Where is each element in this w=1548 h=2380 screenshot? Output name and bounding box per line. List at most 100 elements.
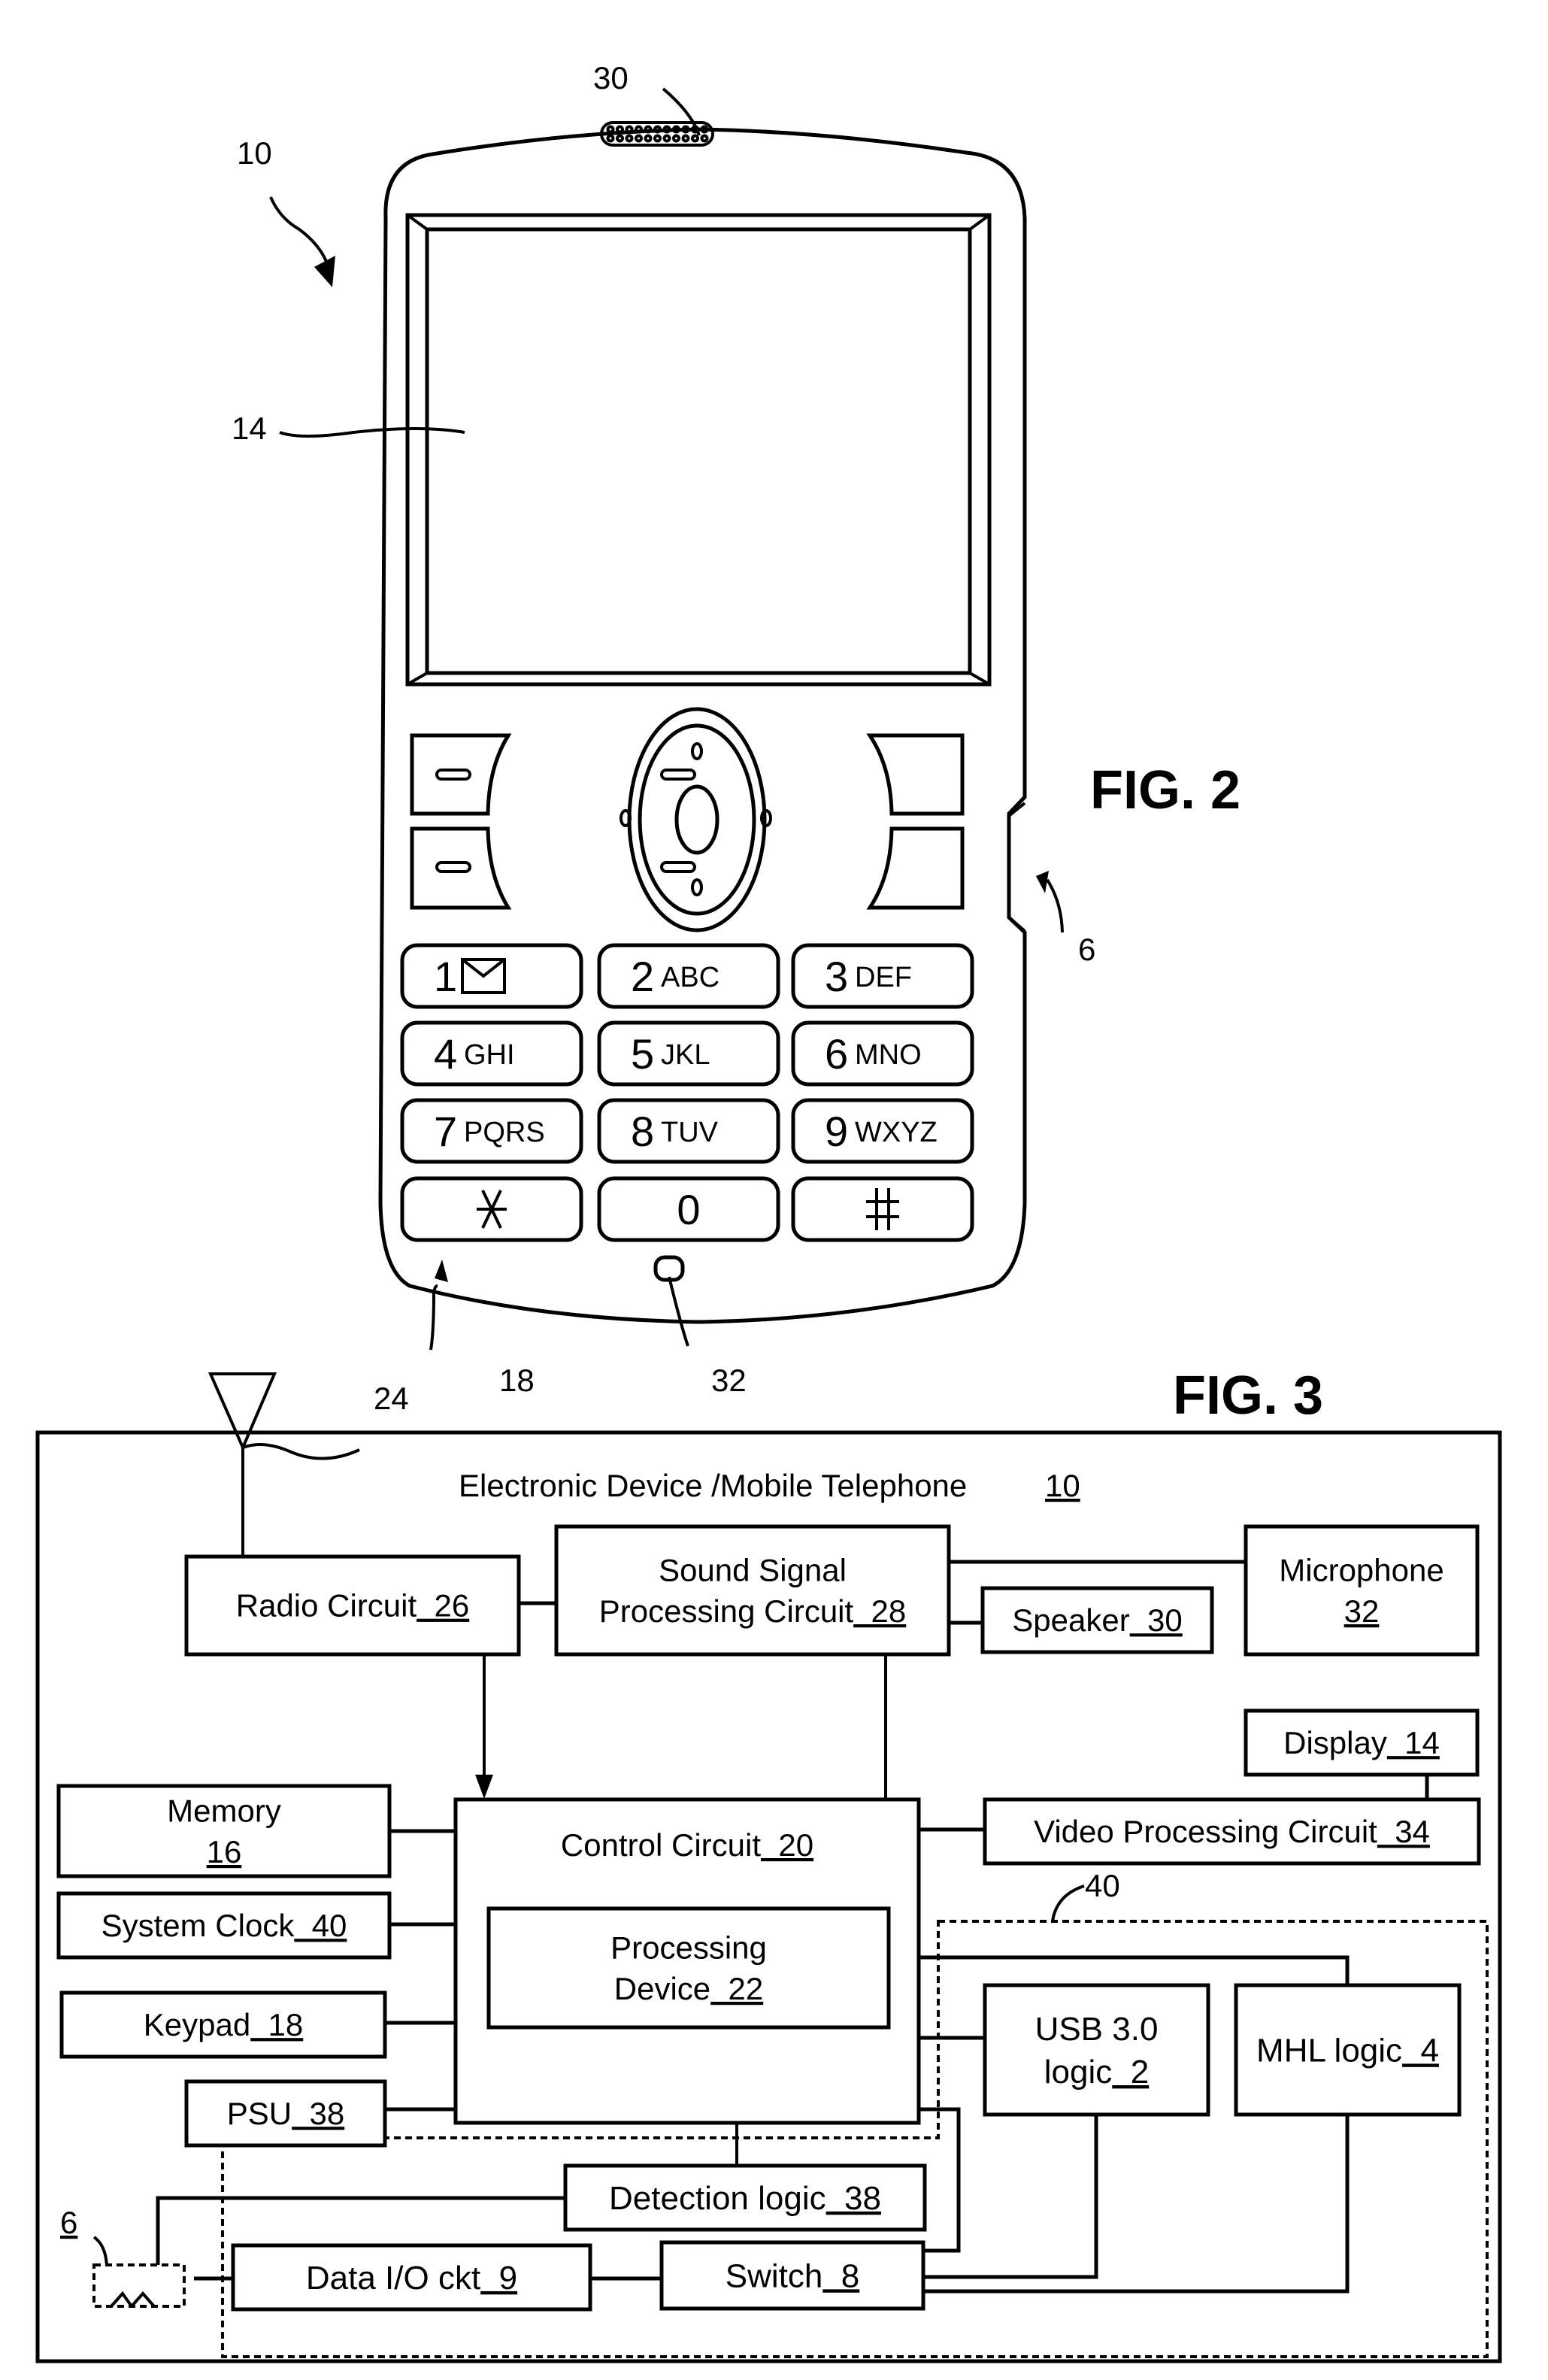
block-label: Data I/O ckt 9	[306, 2260, 517, 2297]
leader-arrow-6	[1036, 871, 1049, 893]
key-8[interactable]: 8 TUV	[597, 1098, 780, 1164]
block-outline	[486, 1906, 891, 2030]
fig3-block-diagram: FIG. 3 24 Electronic Device /Mobile Tele…	[35, 1366, 1502, 2363]
leader-arrow-18	[435, 1260, 448, 1282]
key-9[interactable]: 9 WXYZ	[791, 1098, 974, 1164]
key-7[interactable]: 7 PQRS	[400, 1098, 583, 1164]
block-label: Video Processing Circuit 34	[1034, 1814, 1430, 1849]
key-digit: 3	[825, 953, 848, 1000]
block-processing: Processing Device 22	[486, 1906, 891, 2030]
arrow-radio-to-control	[475, 1775, 493, 1799]
block-ref: 2	[1112, 2054, 1149, 2090]
block-ref: 14	[1387, 1725, 1440, 1760]
connector-port: 6	[60, 2205, 186, 2308]
key-6[interactable]: 6 MNO	[791, 1020, 974, 1087]
key-digit: 8	[631, 1108, 654, 1155]
nav-select-button[interactable]	[674, 784, 719, 855]
soft-keys	[410, 733, 965, 910]
block-label: Microphone	[1279, 1552, 1443, 1587]
key-digit: 4	[434, 1030, 457, 1078]
side-connector	[1007, 802, 1026, 932]
display-screen	[405, 213, 992, 687]
block-label: logic 2	[1044, 2054, 1149, 2090]
key-digit: 5	[631, 1030, 654, 1078]
leader-keypad-18	[429, 1284, 438, 1351]
key-letters: TUV	[661, 1117, 719, 1148]
block-video: Video Processing Circuit 34	[983, 1797, 1481, 1866]
key-cap[interactable]	[400, 943, 583, 1009]
key-letters: WXYZ	[855, 1117, 938, 1148]
block-ref: 38	[292, 2096, 344, 2131]
soft-key-bottom-right[interactable]	[866, 826, 965, 910]
soft-key-top-left[interactable]	[410, 733, 512, 816]
leader-connector-6	[1046, 878, 1064, 933]
soft-key-top-right[interactable]	[866, 733, 965, 816]
nav-down-indicator[interactable]	[691, 878, 703, 896]
key-digit: 0	[677, 1186, 700, 1233]
block-label: Display 14	[1283, 1725, 1440, 1760]
block-switch: Switch 8	[659, 2240, 925, 2311]
block-ref: 32	[1344, 1593, 1380, 1629]
block-sound: Sound Signal Processing Circuit 28	[554, 1524, 951, 1657]
ref-display-14: 14	[232, 411, 267, 446]
key-0[interactable]: 0	[597, 1176, 780, 1242]
patent-drawing: 1 2 ABC 3 DEF4 GHI 5 JKL 6 MNO7 PQRS 8 TUV 9 WXYZ0 10 …	[35, 60, 1502, 2363]
block-ref: 40	[294, 1908, 347, 1943]
ref-connector-6: 6	[60, 2205, 77, 2240]
block-display: Display 14	[1244, 1708, 1480, 1777]
key-4[interactable]: 4 GHI	[400, 1020, 583, 1087]
key-asterisk-icon[interactable]	[400, 1176, 583, 1242]
leader-mic-32	[668, 1276, 689, 1347]
soft-key-bottom-left[interactable]	[410, 826, 512, 910]
key-letters: DEF	[855, 962, 912, 993]
block-ref: 4	[1402, 2032, 1439, 2069]
key-letters: PQRS	[464, 1117, 545, 1148]
block-label: USB 3.0	[1035, 2011, 1159, 2048]
ref-antenna-24: 24	[374, 1381, 409, 1416]
block-outline	[554, 1524, 951, 1657]
key-letters: MNO	[855, 1039, 922, 1071]
key-2[interactable]: 2 ABC	[597, 943, 780, 1009]
navigation-pad[interactable]	[620, 707, 772, 932]
key-cap[interactable]	[791, 1176, 974, 1242]
ref-group-40: 40	[1085, 1868, 1120, 1903]
block-ref: 28	[853, 1593, 906, 1629]
key-hash-icon[interactable]	[791, 1176, 974, 1242]
fig2-phone: 1 2 ABC 3 DEF4 GHI 5 JKL 6 MNO7 PQRS 8 TUV 9 WXYZ0 10 …	[232, 60, 1241, 1398]
block-ref: 26	[417, 1588, 469, 1624]
block-clock: System Clock 40	[56, 1891, 392, 1960]
antenna: 24	[208, 1372, 409, 1583]
key-5[interactable]: 5 JKL	[597, 1020, 780, 1087]
key-3[interactable]: 3 DEF	[791, 943, 974, 1009]
block-outline	[1244, 1524, 1480, 1657]
block-label: Device 22	[614, 1971, 763, 2006]
key-digit: 1	[434, 953, 457, 1000]
block-label: System Clock 40	[101, 1908, 347, 1943]
block-ref: 22	[710, 1971, 763, 2006]
fig2-title: FIG. 2	[1090, 760, 1241, 820]
ref-device-10: 10	[237, 135, 272, 171]
block-ref: 20	[761, 1827, 813, 1863]
keypad: 1 2 ABC 3 DEF4 GHI 5 JKL 6 MNO7 PQRS 8 TUV 9 WXYZ0	[400, 943, 974, 1242]
nav-up-indicator[interactable]	[691, 742, 703, 760]
connector-pins-icon	[110, 2291, 156, 2308]
nav-left-indicator[interactable]	[620, 809, 632, 827]
block-label: Control Circuit 20	[561, 1827, 813, 1863]
block-label: Detection logic 38	[609, 2180, 881, 2217]
block-detection: Detection logic 38	[563, 2163, 927, 2232]
block-label: Sound Signal	[659, 1552, 847, 1587]
antenna-icon	[208, 1372, 277, 1452]
key-digit: 2	[631, 953, 654, 1000]
leader-group-40	[1051, 1884, 1085, 1922]
key-1[interactable]: 1	[400, 943, 583, 1009]
block-label: Radio Circuit 26	[236, 1588, 469, 1624]
block-label: Switch 8	[726, 2257, 860, 2294]
ref-keypad-18: 18	[499, 1363, 535, 1398]
leader-device-10	[269, 196, 329, 264]
block-label: Speaker 30	[1012, 1602, 1183, 1638]
block-keypad: Keypad 18	[59, 1990, 387, 2059]
block-radio: Radio Circuit 26	[184, 1554, 521, 1657]
key-digit: 7	[434, 1108, 457, 1155]
ref-speaker-30: 30	[593, 60, 629, 96]
container-label: Electronic Device /Mobile Telephone	[459, 1468, 967, 1503]
